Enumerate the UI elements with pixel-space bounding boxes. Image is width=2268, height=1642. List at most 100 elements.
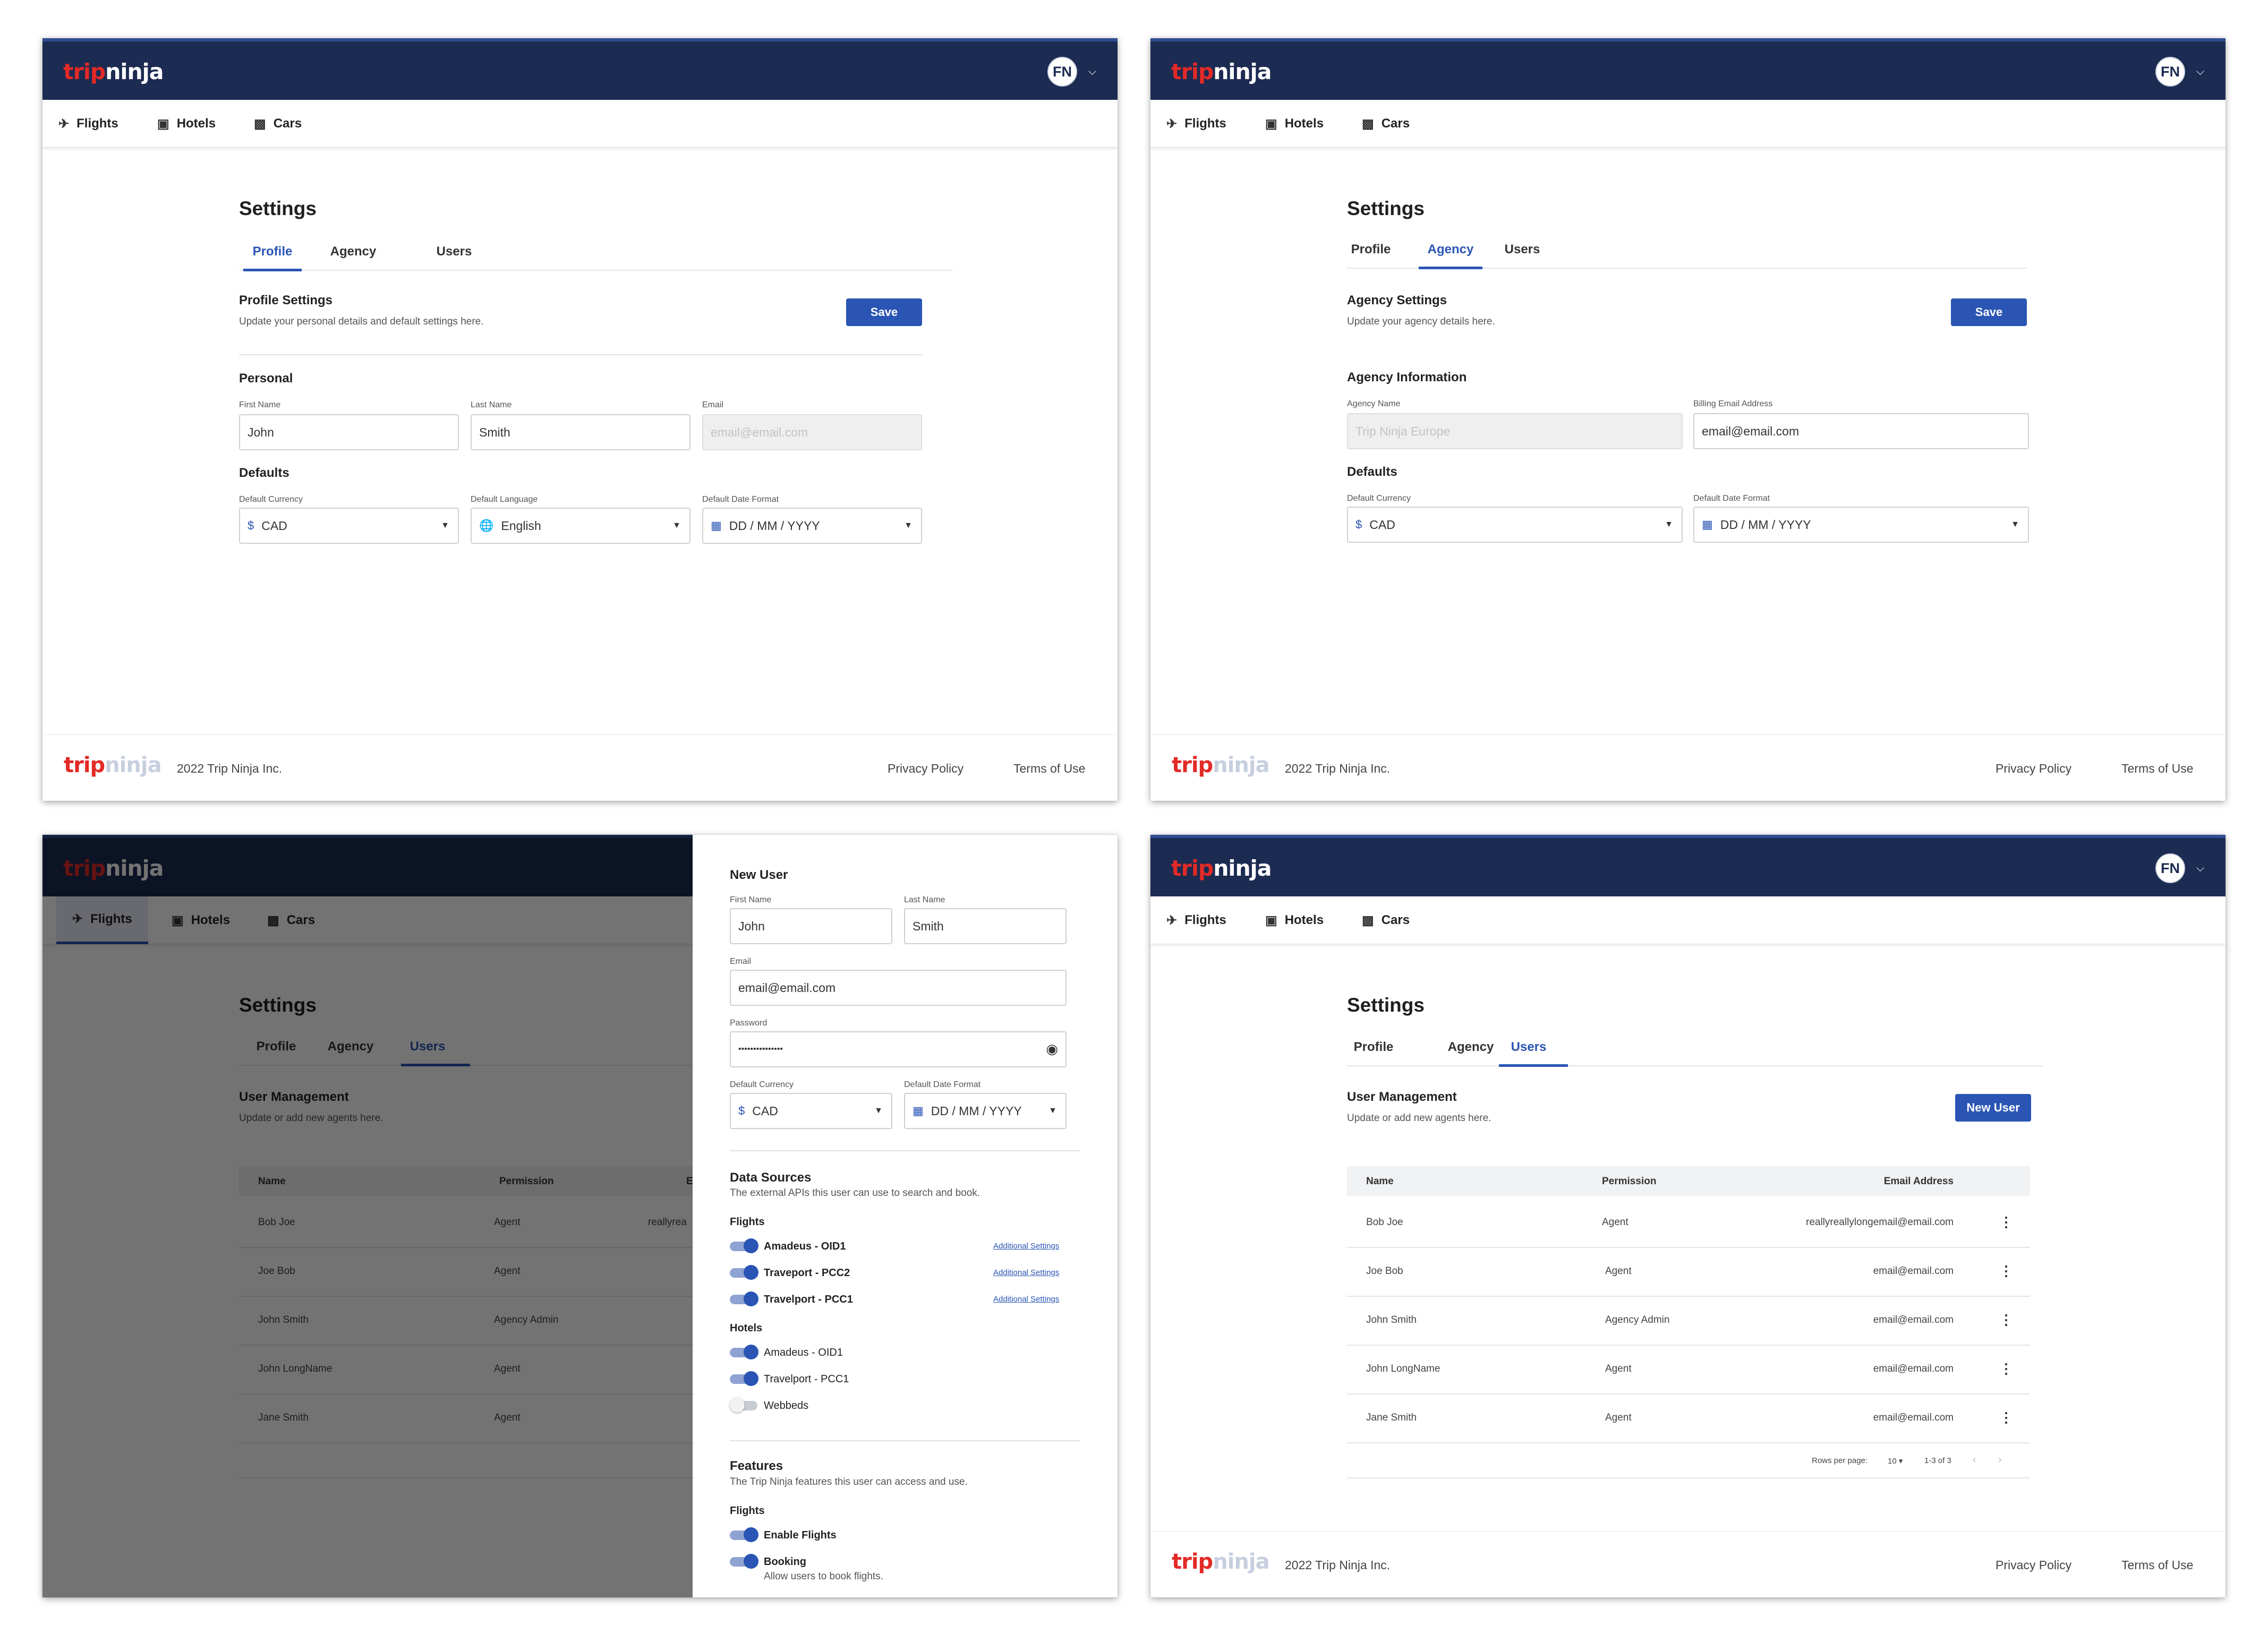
nav-hotels[interactable]: ▣ Hotels — [157, 100, 216, 148]
new-user-drawer: New User First Name John Last Name Smith… — [693, 835, 1118, 1597]
nav-flights[interactable]: ✈ Flights — [58, 100, 118, 148]
dropdown-arrow-icon: ▼ — [1665, 520, 1673, 529]
nav-flights[interactable]: ✈ Flights — [1166, 896, 1226, 944]
agency-name-field: Trip Ninja Europe — [1347, 413, 1683, 449]
divider — [730, 1440, 1080, 1441]
toggle-enable-flights[interactable] — [730, 1527, 760, 1542]
nav-cars[interactable]: ▩ Cars — [1362, 100, 1410, 148]
nav-flights[interactable]: ✈ Flights — [1166, 100, 1226, 148]
email-label: Email — [702, 400, 724, 409]
footer: tripninja 2022 Trip Ninja Inc. Privacy P… — [1150, 734, 2226, 801]
last-name-field[interactable]: Smith — [904, 908, 1067, 944]
first-name-field[interactable]: John — [239, 414, 459, 450]
additional-settings-link[interactable]: Additional Settings — [993, 1242, 1059, 1251]
table-cell-name: Bob Joe — [1366, 1217, 1403, 1228]
next-page-icon[interactable]: › — [1998, 1454, 2002, 1466]
row-menu-icon[interactable]: ⋮ — [1999, 1409, 2013, 1426]
row-menu-icon[interactable]: ⋮ — [1999, 1214, 2013, 1230]
copyright: 2022 Trip Ninja Inc. — [177, 762, 283, 775]
eye-icon[interactable]: ◉ — [1046, 1041, 1058, 1057]
currency-select[interactable]: $ CAD ▼ — [1347, 507, 1683, 543]
date-format-select[interactable]: ▦ DD / MM / YYYY ▼ — [702, 508, 922, 544]
row-menu-icon[interactable]: ⋮ — [1999, 1361, 2013, 1377]
features-heading: Features — [730, 1459, 783, 1473]
tab-agency[interactable]: Agency — [324, 244, 382, 259]
date-format-select[interactable]: ▦ DD / MM / YYYY ▼ — [904, 1093, 1067, 1129]
dropdown-arrow-icon: ▼ — [2011, 520, 2019, 529]
toggle-webbeds[interactable] — [730, 1398, 760, 1413]
first-name-field[interactable]: John — [730, 908, 892, 944]
source-label: Traveport - PCC2 — [764, 1267, 850, 1279]
trip-ninja-logo[interactable]: tripninja — [63, 59, 164, 84]
pagination-range: 1-3 of 3 — [1924, 1456, 1951, 1465]
currency-label: Default Currency — [1347, 494, 1411, 503]
tab-agency[interactable]: Agency — [1442, 1040, 1500, 1055]
avatar[interactable]: FN — [1047, 57, 1077, 87]
nav-cars[interactable]: ▩ Cars — [1362, 896, 1410, 944]
additional-settings-link[interactable]: Additional Settings — [993, 1268, 1059, 1277]
chevron-down-icon[interactable]: ⌵ — [2196, 66, 2204, 78]
tab-users[interactable]: Users — [1498, 242, 1546, 257]
row-menu-icon[interactable]: ⋮ — [1999, 1263, 2013, 1279]
row-divider — [1347, 1442, 2030, 1443]
source-label: Travelport - PCC1 — [764, 1294, 853, 1305]
tab-profile[interactable]: Profile — [1344, 242, 1397, 257]
trip-ninja-logo[interactable]: tripninja — [1171, 59, 1272, 84]
tab-profile[interactable]: Profile — [1347, 1040, 1400, 1055]
copyright: 2022 Trip Ninja Inc. — [1285, 762, 1391, 775]
toggle-booking[interactable] — [730, 1554, 760, 1569]
section-title: User Management — [1347, 1090, 1457, 1104]
first-name-label: First Name — [239, 400, 281, 409]
nav-hotels[interactable]: ▣ Hotels — [1265, 100, 1324, 148]
privacy-policy-link[interactable]: Privacy Policy — [1996, 1558, 2071, 1572]
terms-link[interactable]: Terms of Use — [1013, 762, 1085, 776]
new-user-button[interactable]: New User — [1955, 1094, 2031, 1122]
avatar[interactable]: FN — [2155, 57, 2185, 87]
tab-profile[interactable]: Profile — [243, 244, 302, 259]
save-button[interactable]: Save — [846, 298, 922, 326]
date-format-select[interactable]: ▦ DD / MM / YYYY ▼ — [1693, 507, 2029, 543]
agency-name-label: Agency Name — [1347, 399, 1401, 408]
language-select[interactable]: 🌐 English ▼ — [471, 508, 690, 544]
chevron-down-icon[interactable]: ⌵ — [1088, 66, 1096, 78]
terms-link[interactable]: Terms of Use — [2121, 1558, 2193, 1572]
dropdown-arrow-icon: ▼ — [441, 521, 449, 530]
section-subtitle: Update your agency details here. — [1347, 316, 1495, 327]
toggle-traveport-pcc2[interactable] — [730, 1265, 760, 1280]
currency-select[interactable]: $ CAD ▼ — [730, 1093, 892, 1129]
toggle-travelport-pcc1-flights[interactable] — [730, 1292, 760, 1306]
toggle-amadeus-oid1-hotels[interactable] — [730, 1345, 760, 1359]
defaults-heading: Defaults — [1347, 465, 1397, 479]
avatar[interactable]: FN — [2155, 853, 2185, 883]
toggle-amadeus-oid1-flights[interactable] — [730, 1238, 760, 1253]
save-button[interactable]: Save — [1951, 298, 2027, 326]
password-field[interactable]: ••••••••••••••• ◉ — [730, 1031, 1067, 1067]
prev-page-icon[interactable]: ‹ — [1973, 1454, 1976, 1466]
tab-users[interactable]: Users — [1502, 1040, 1555, 1055]
modal-overlay[interactable] — [42, 835, 693, 1597]
col-name: Name — [1366, 1176, 1394, 1187]
data-sources-subtitle: The external APIs this user can use to s… — [730, 1187, 980, 1199]
tab-users[interactable]: Users — [428, 244, 481, 259]
rows-per-page-select[interactable]: 10 ▾ — [1888, 1456, 1903, 1466]
bed-icon: ▣ — [157, 116, 169, 131]
billing-email-field[interactable]: email@email.com — [1693, 413, 2029, 449]
toggle-travelport-pcc1-hotels[interactable] — [730, 1371, 760, 1386]
row-menu-icon[interactable]: ⋮ — [1999, 1312, 2013, 1328]
currency-select[interactable]: $ CAD ▼ — [239, 508, 459, 544]
dollar-icon: $ — [738, 1104, 745, 1117]
email-field[interactable]: email@email.com — [730, 970, 1067, 1006]
privacy-policy-link[interactable]: Privacy Policy — [1996, 762, 2071, 776]
trip-ninja-logo[interactable]: tripninja — [1171, 856, 1272, 881]
terms-link[interactable]: Terms of Use — [2121, 762, 2193, 776]
footer-logo: tripninja — [1172, 753, 1270, 777]
bed-icon: ▣ — [1265, 116, 1277, 131]
table-cell-permission: Agent — [1605, 1265, 1632, 1277]
tab-agency[interactable]: Agency — [1419, 242, 1482, 257]
chevron-down-icon[interactable]: ⌵ — [2196, 862, 2204, 875]
nav-hotels[interactable]: ▣ Hotels — [1265, 896, 1324, 944]
nav-cars[interactable]: ▩ Cars — [254, 100, 302, 148]
last-name-field[interactable]: Smith — [471, 414, 690, 450]
privacy-policy-link[interactable]: Privacy Policy — [888, 762, 964, 776]
additional-settings-link[interactable]: Additional Settings — [993, 1295, 1059, 1304]
